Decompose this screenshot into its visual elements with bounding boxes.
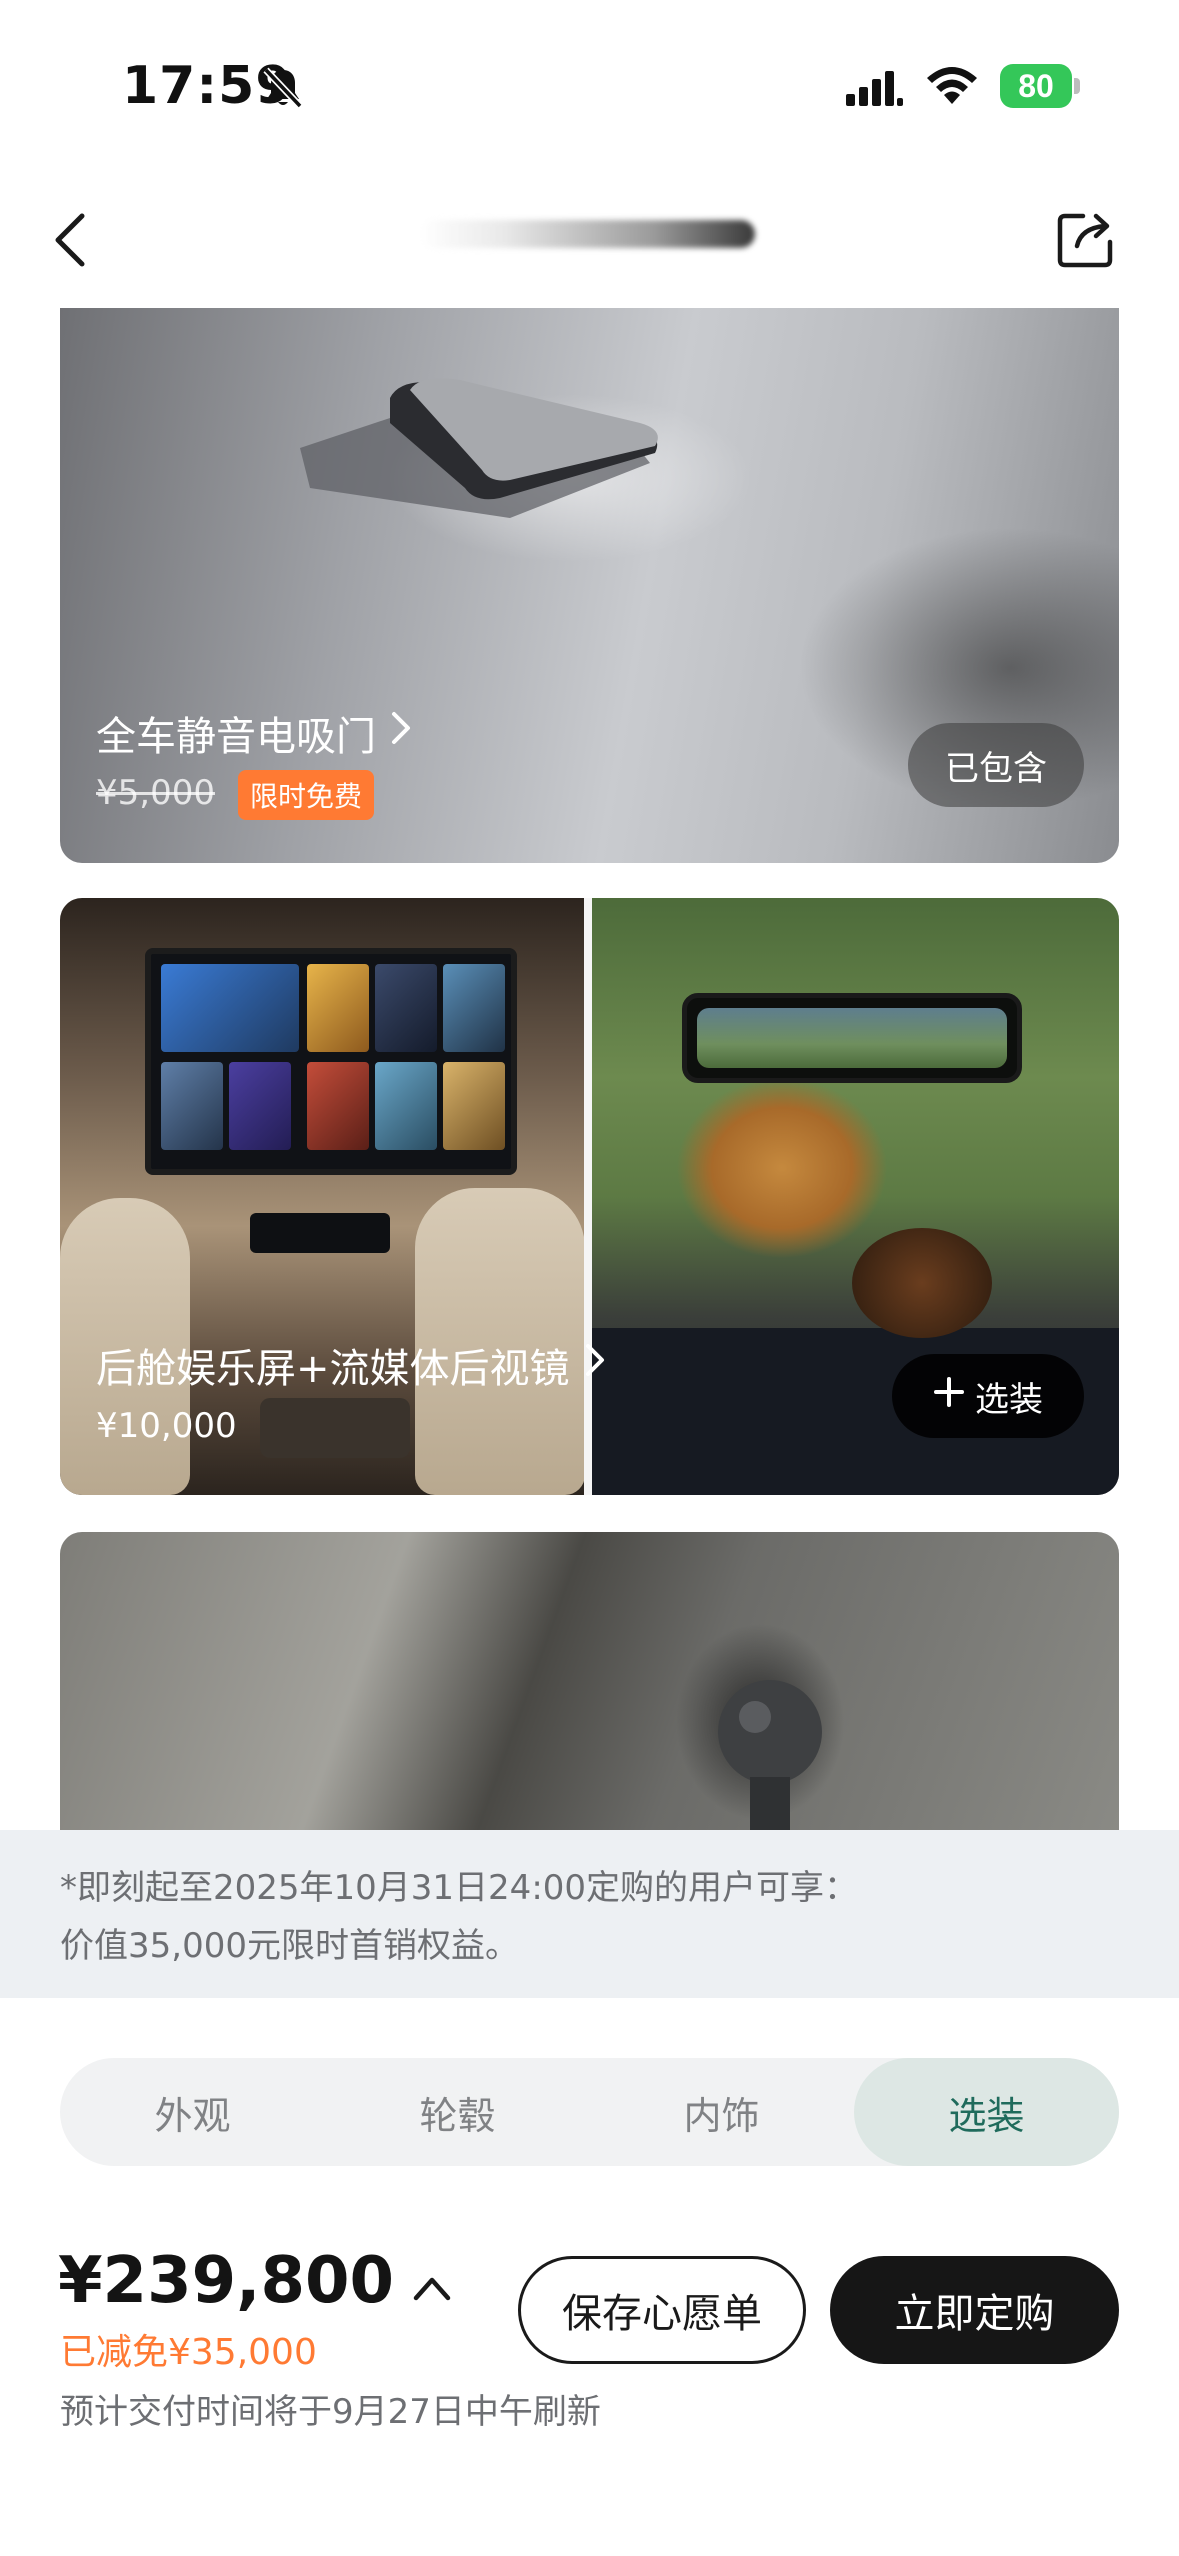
door-handle-image (300, 378, 658, 518)
wifi-icon (924, 64, 980, 112)
tab-options[interactable]: 选装 (854, 2058, 1119, 2166)
rear-screen-mock (145, 948, 517, 1175)
option-title-text: 全车静音电吸门 (96, 714, 376, 760)
battery-cap (1074, 78, 1080, 94)
chevron-right-icon (390, 710, 412, 756)
option-title-text: 后舱娱乐屏+流媒体后视镜 (96, 1346, 570, 1392)
chevron-right-icon (584, 1342, 606, 1388)
plus-icon (933, 1376, 965, 1417)
original-price: ¥5,000 (96, 773, 215, 813)
add-option-label: 选装 (975, 1379, 1043, 1420)
total-price-value: ¥239,800 (58, 2244, 395, 2318)
free-badge: 限时免费 (238, 770, 375, 820)
battery-indicator: 80 (1000, 64, 1080, 108)
option-title: 后舱娱乐屏+流媒体后视镜 (96, 1336, 606, 1394)
nav-title (420, 220, 755, 248)
option-title: 全车静音电吸门 (96, 704, 412, 762)
tab-interior[interactable]: 内饰 (589, 2058, 854, 2166)
notice-line-1: *即刻起至2025年10月31日24:00定购的用户可享： (60, 1868, 859, 1908)
nav-bar (0, 190, 1179, 300)
discount-amount: 已减免¥35,000 (60, 2332, 317, 2373)
add-option-button[interactable]: 选装 (892, 1354, 1084, 1438)
order-now-button[interactable]: 立即定购 (830, 2256, 1119, 2364)
cellular-signal-icon (846, 68, 906, 112)
option-price: ¥10,000 (96, 1406, 237, 1446)
back-chevron-icon[interactable] (50, 208, 90, 276)
delivery-note: 预计交付时间将于9月27日中午刷新 (60, 2392, 601, 2432)
rearview-mirror (682, 993, 1022, 1083)
total-price[interactable]: ¥239,800 (58, 2244, 452, 2318)
option-card-tow-hitch[interactable] (60, 1532, 1119, 1832)
promo-notice: *即刻起至2025年10月31日24:00定购的用户可享： 价值35,000元限… (0, 1830, 1179, 1998)
battery-level: 80 (1000, 64, 1072, 108)
image-divider (584, 898, 592, 1495)
status-bar: 17:59 80 (0, 0, 1179, 175)
tab-exterior[interactable]: 外观 (60, 2058, 325, 2166)
share-icon[interactable] (1055, 208, 1117, 274)
bell-muted-icon (262, 66, 304, 114)
option-card-rear-entertainment[interactable]: 后舱娱乐屏+流媒体后视镜 ¥10,000 选装 (60, 898, 1119, 1495)
option-card-silent-door[interactable]: 全车静音电吸门 ¥5,000 限时免费 已包含 (60, 308, 1119, 863)
notice-line-2: 价值35,000元限时首销权益。 (60, 1926, 519, 1966)
tow-ball-image (718, 1680, 822, 1832)
save-wishlist-button[interactable]: 保存心愿单 (518, 2256, 806, 2364)
tab-wheels[interactable]: 轮毂 (325, 2058, 590, 2166)
config-tabs: 外观 轮毂 内饰 选装 (60, 2058, 1119, 2166)
included-pill: 已包含 (908, 723, 1084, 807)
chevron-up-icon[interactable] (412, 2244, 452, 2318)
